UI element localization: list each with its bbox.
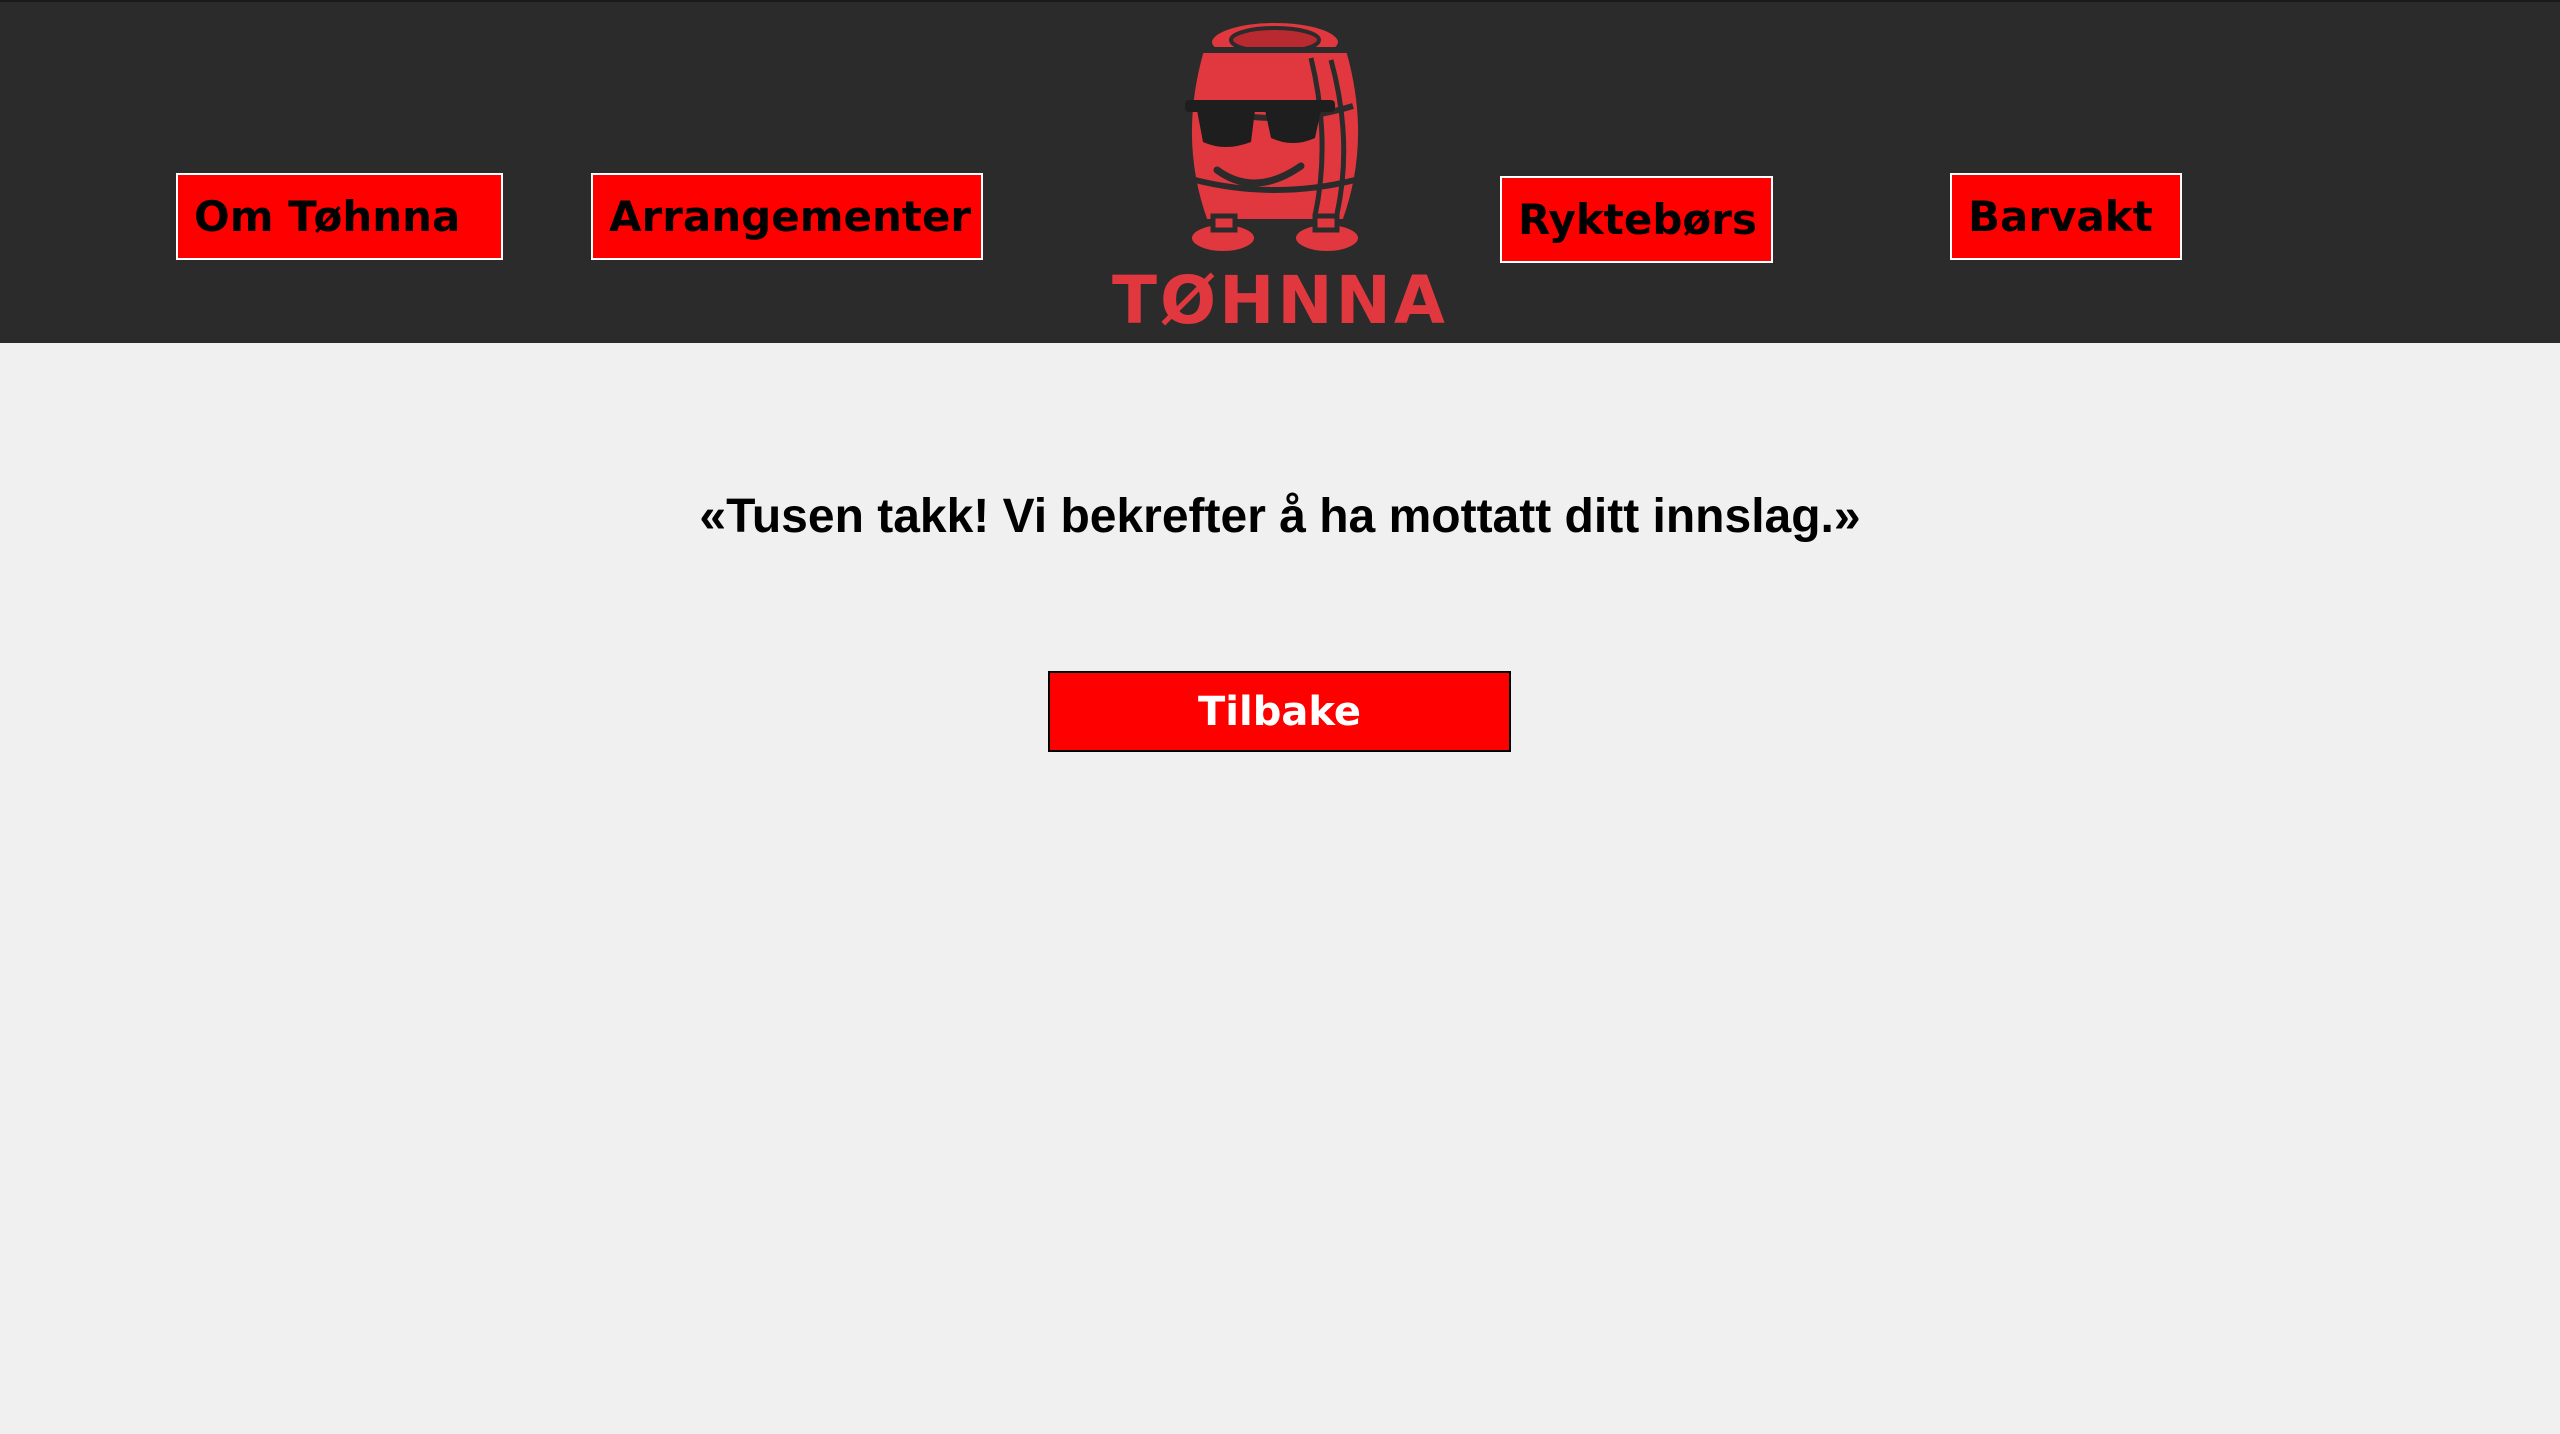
nav-om-tohnna-button[interactable]: Om Tøhnna <box>176 173 503 260</box>
nav-ryktebors-button[interactable]: Ryktebørs <box>1500 176 1773 263</box>
nav-arrangementer-button[interactable]: Arrangementer <box>591 173 983 260</box>
logo-wordmark: TØHNNA <box>1112 262 1448 339</box>
back-button-label: Tilbake <box>1198 688 1361 735</box>
nav-arrangementer-label: Arrangementer <box>609 191 972 241</box>
site-header: Om Tøhnna Arrangementer TØHNNA Ryktebørs… <box>0 0 2560 343</box>
back-button[interactable]: Tilbake <box>1048 671 1511 752</box>
nav-barvakt-label: Barvakt <box>1968 191 2153 241</box>
nav-barvakt-button[interactable]: Barvakt <box>1950 173 2182 260</box>
nav-om-tohnna-label: Om Tøhnna <box>194 191 461 241</box>
confirmation-message: «Tusen takk! Vi bekrefter å ha mottatt d… <box>699 490 1861 543</box>
site-logo[interactable]: TØHNNA <box>1105 10 1455 340</box>
nav-ryktebors-label: Ryktebørs <box>1518 194 1757 244</box>
barrel-mascot-icon <box>1185 17 1364 257</box>
